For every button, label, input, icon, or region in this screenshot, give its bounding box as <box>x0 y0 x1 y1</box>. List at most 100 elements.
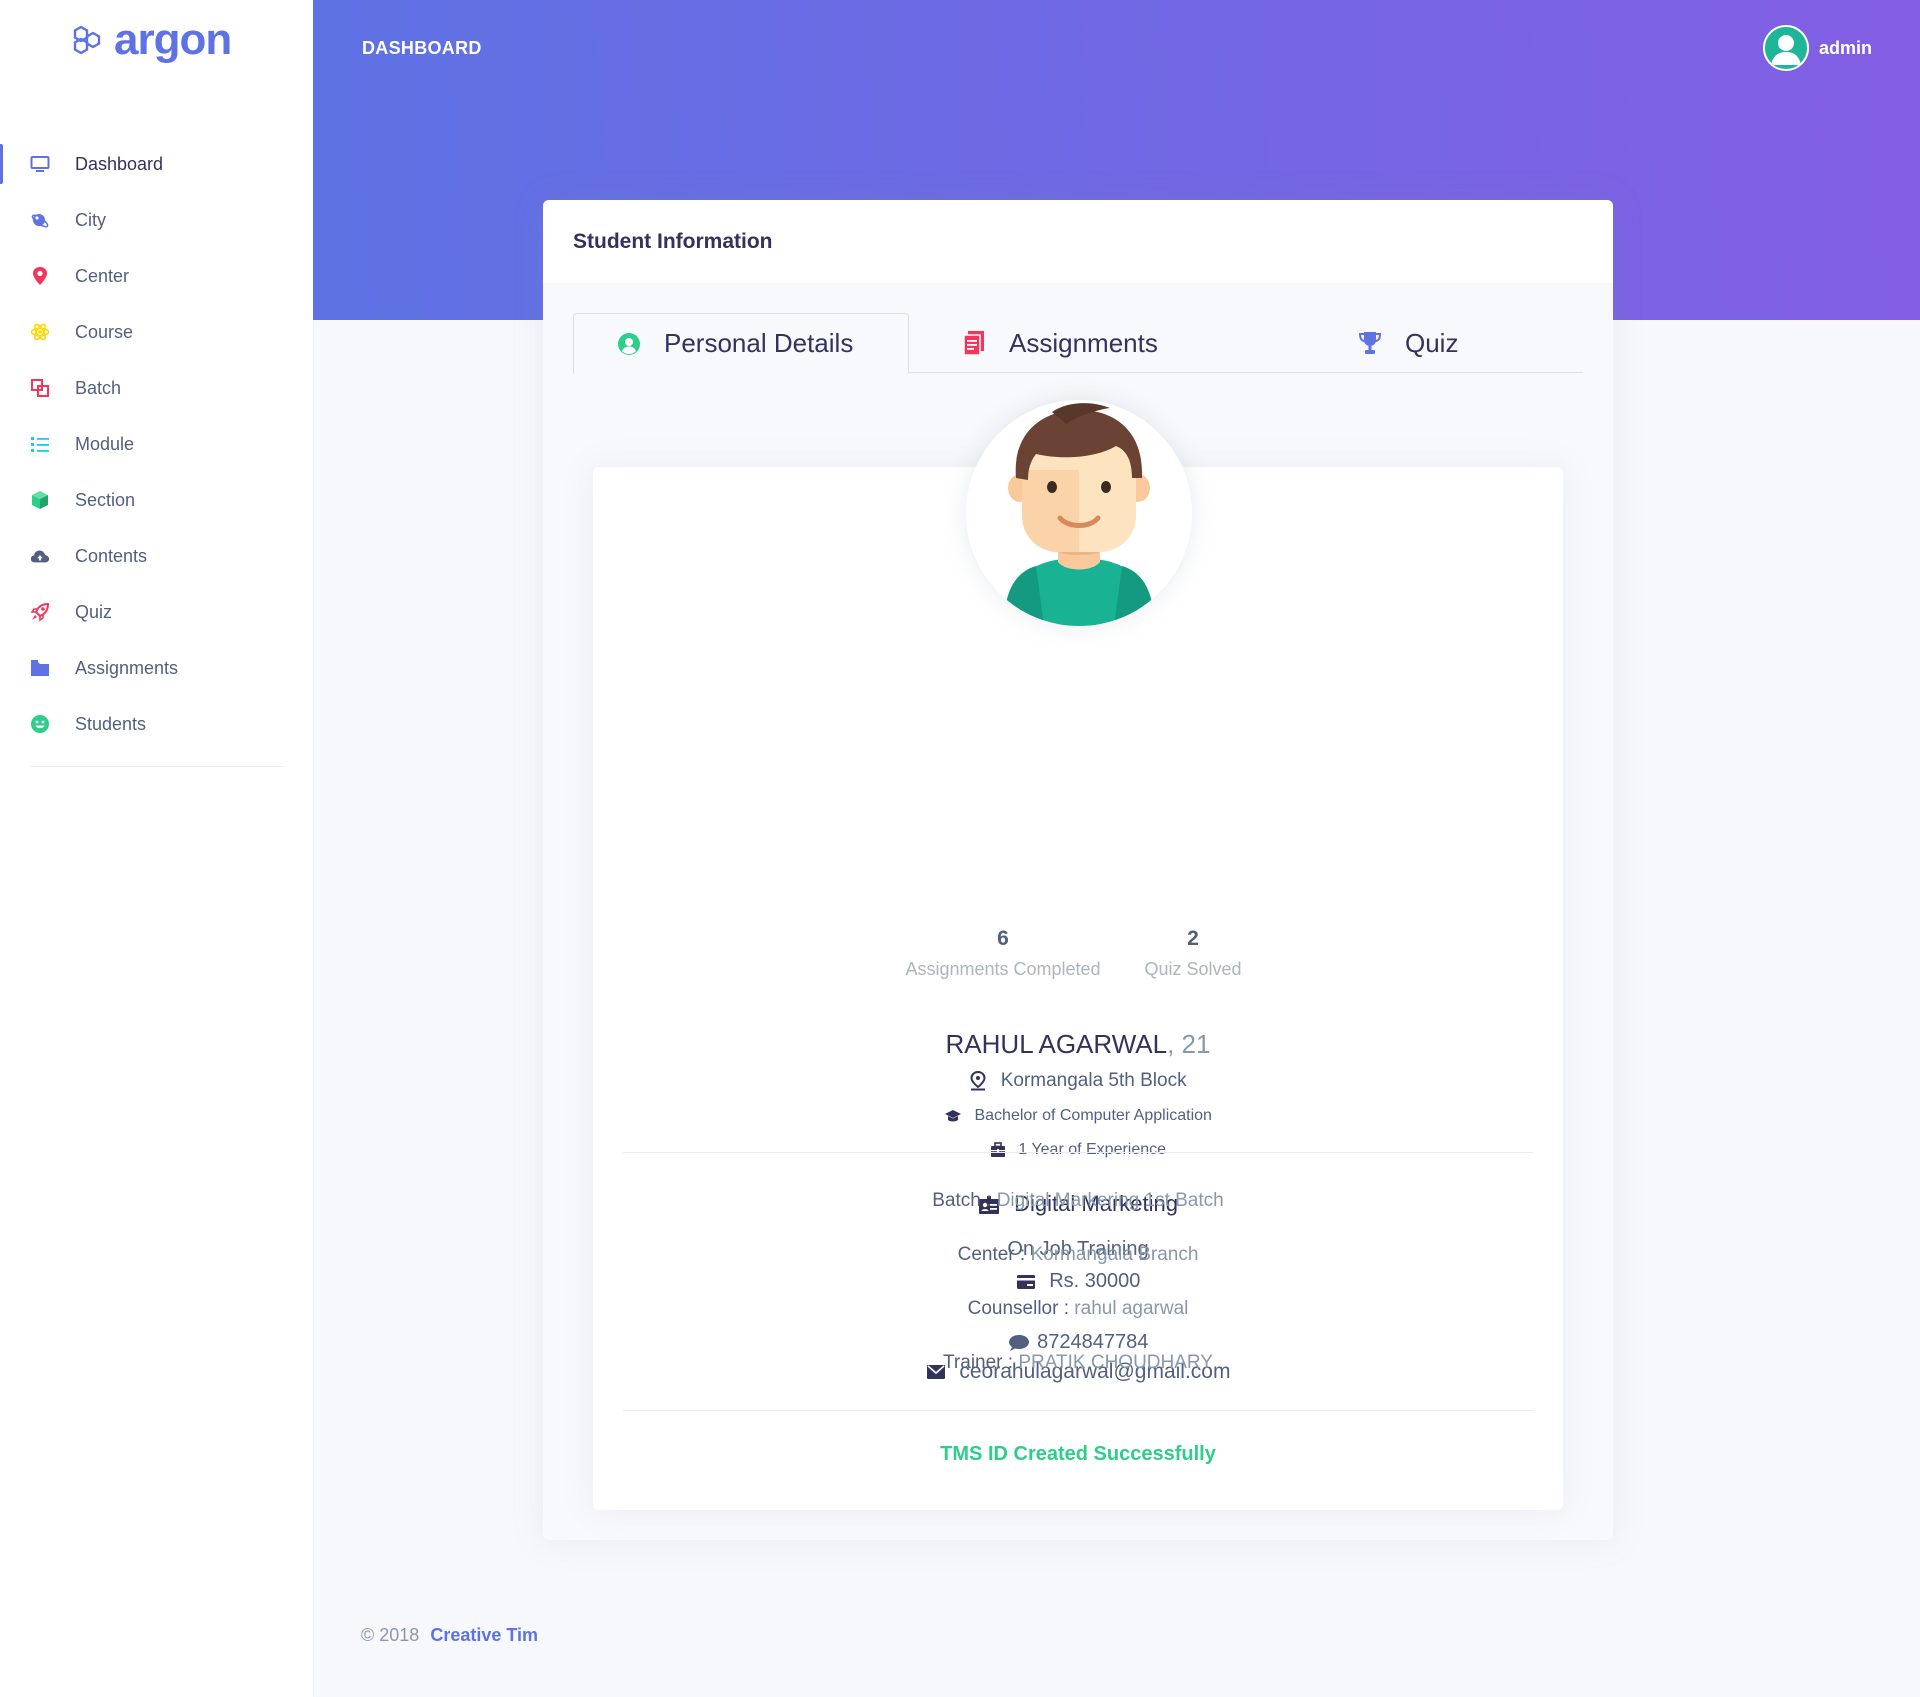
tab-label: Assignments <box>1009 327 1158 358</box>
cloud-upload-icon <box>30 546 50 566</box>
center-label: Center : <box>957 1244 1026 1265</box>
sidebar-item-label: Section <box>75 489 136 510</box>
card-title: Student Information <box>573 229 773 253</box>
counsellor-label: Counsellor : <box>967 1298 1070 1319</box>
sidebar-item-label: Batch <box>75 377 122 398</box>
sidebar-item-module[interactable]: Module <box>0 416 313 472</box>
sidebar-item-students[interactable]: Students <box>0 696 313 752</box>
list-icon <box>30 434 50 454</box>
tab-assignments[interactable]: Assignments <box>961 313 1158 373</box>
student-name: RAHUL AGARWAL <box>945 1029 1168 1059</box>
location-pin-icon <box>970 1070 986 1091</box>
tab-label: Personal Details <box>664 328 854 358</box>
footer: © 2018 Creative Tim <box>361 1625 538 1646</box>
copyright-text: © 2018 <box>361 1625 420 1645</box>
sidebar-item-contents[interactable]: Contents <box>0 528 313 584</box>
stat-label: Assignments Completed <box>905 959 1101 979</box>
student-avatar <box>966 400 1192 626</box>
sidebar-item-label: Quiz <box>75 601 113 622</box>
center-value: Kormangala Branch <box>1030 1244 1199 1265</box>
stat-value: 2 <box>1187 927 1199 950</box>
divider <box>623 1410 1533 1411</box>
stat-assignments-completed: 6 Assignments Completed <box>903 927 1103 980</box>
center-row: Center : Kormangala Branch <box>593 1244 1563 1266</box>
sidebar-item-label: Center <box>75 265 130 286</box>
brand-logo[interactable]: argon <box>70 15 232 64</box>
sidebar-nav: Dashboard City Center Course Batch Modul… <box>0 136 313 752</box>
trainer-row: Trainer : PRATIK CHOUDHARY <box>593 1352 1563 1374</box>
divider <box>623 1152 1533 1153</box>
sidebar-item-label: Module <box>75 433 135 454</box>
experience-line: 1 Year of Experience <box>593 1141 1563 1159</box>
student-age: , 21 <box>1167 1029 1211 1059</box>
student-avatar-illustration <box>966 400 1192 626</box>
counsellor-value: rahul agarwal <box>1074 1298 1189 1319</box>
student-information-card: Student Information Personal Details Ass… <box>543 200 1613 1540</box>
ungroup-icon <box>30 378 50 398</box>
tab-label: Quiz <box>1405 327 1459 358</box>
smile-icon <box>30 714 50 734</box>
card-header: Student Information <box>543 200 1613 284</box>
counsellor-row: Counsellor : rahul agarwal <box>593 1298 1563 1320</box>
sidebar-item-quiz[interactable]: Quiz <box>0 584 313 640</box>
atom-icon <box>30 322 50 342</box>
tv-icon <box>30 154 50 174</box>
rocket-icon <box>30 602 50 622</box>
sidebar-item-batch[interactable]: Batch <box>0 360 313 416</box>
chat-bubble-icon <box>1008 1334 1029 1351</box>
trophy-icon <box>1357 330 1383 356</box>
file-icon <box>961 330 987 356</box>
sidebar-item-label: City <box>75 209 106 230</box>
user-menu[interactable]: admin <box>1762 25 1872 71</box>
credit-card-icon <box>1016 1274 1035 1289</box>
stat-quiz-solved: 2 Quiz Solved <box>1113 927 1273 980</box>
phone-number[interactable]: 8724847784 <box>1037 1331 1148 1353</box>
folder-icon <box>30 658 50 678</box>
batch-label: Batch : <box>932 1190 992 1211</box>
sidebar-item-label: Course <box>75 321 134 342</box>
sidebar-item-dashboard[interactable]: Dashboard <box>0 136 313 192</box>
sidebar-item-label: Assignments <box>75 657 179 678</box>
trainer-value: PRATIK CHOUDHARY <box>1018 1352 1213 1373</box>
stat-label: Quiz Solved <box>1144 959 1242 979</box>
batch-value: Digital Markering 1st Batch <box>996 1190 1224 1211</box>
pin-icon <box>30 266 50 286</box>
status-message: TMS ID Created Successfully <box>940 1443 1216 1465</box>
tab-quiz[interactable]: Quiz <box>1357 313 1458 373</box>
page-title[interactable]: DASHBOARD <box>362 38 482 59</box>
argon-logo-icon <box>73 25 101 55</box>
graduation-cap-icon <box>945 1109 962 1122</box>
sidebar-item-course[interactable]: Course <box>0 304 313 360</box>
student-name-line: RAHUL AGARWAL, 21 <box>593 1029 1563 1060</box>
sidebar-item-assignments[interactable]: Assignments <box>0 640 313 696</box>
experience-text: 1 Year of Experience <box>1018 1141 1167 1158</box>
planet-icon <box>30 210 50 230</box>
fee-line: Rs. 30000 <box>593 1270 1563 1293</box>
sidebar: argon Dashboard City Center Course Batch… <box>0 0 313 1697</box>
brand-name: argon <box>114 15 232 64</box>
sidebar-item-label: Contents <box>75 545 148 566</box>
sidebar-item-center[interactable]: Center <box>0 248 313 304</box>
degree-line: Bachelor of Computer Application <box>593 1107 1563 1125</box>
briefcase-icon <box>990 1141 1005 1157</box>
location-line: Kormangala 5th Block <box>593 1070 1563 1092</box>
degree-text: Bachelor of Computer Application <box>974 1107 1212 1124</box>
sidebar-item-city[interactable]: City <box>0 192 313 248</box>
sidebar-item-label: Students <box>75 713 147 734</box>
sidebar-item-label: Dashboard <box>75 153 164 174</box>
sidebar-item-section[interactable]: Section <box>0 472 313 528</box>
avatar <box>1762 25 1809 71</box>
location-text: Kormangala 5th Block <box>1000 1070 1187 1091</box>
box-icon <box>30 490 50 510</box>
trainer-label: Trainer : <box>943 1352 1014 1373</box>
phone-line: 8724847784 <box>593 1331 1563 1354</box>
user-avatar-icon <box>1764 27 1807 69</box>
batch-row: Batch : Digital Markering 1st Batch <box>593 1190 1563 1212</box>
tab-personal-details[interactable]: Personal Details <box>573 313 909 374</box>
stat-value: 6 <box>997 927 1009 950</box>
sidebar-divider <box>30 766 283 767</box>
user-circle-icon <box>616 331 642 357</box>
tabs: Personal Details Assignments Quiz <box>573 313 1583 374</box>
user-name: admin <box>1818 37 1872 58</box>
creative-tim-link[interactable]: Creative Tim <box>430 1625 538 1645</box>
